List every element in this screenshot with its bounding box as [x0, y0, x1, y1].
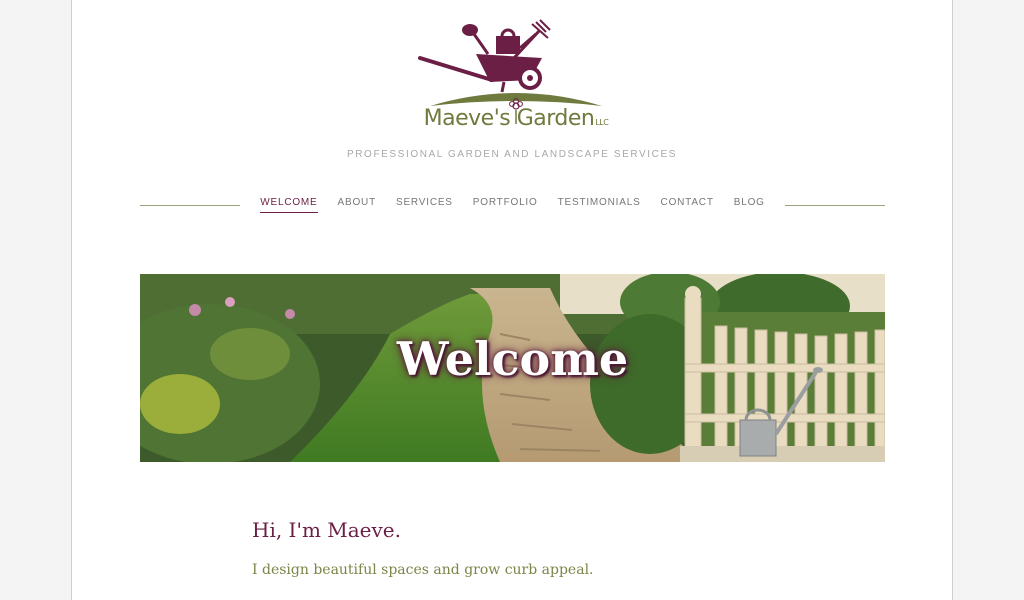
brand-suffix: LLC — [595, 118, 609, 127]
nav-item-contact[interactable]: CONTACT — [661, 197, 714, 213]
nav-divider-left — [140, 204, 241, 206]
intro-heading: Hi, I'm Maeve. — [252, 518, 402, 542]
brand-name-text: Maeve's Garden — [423, 106, 595, 131]
intro-text: I design beautiful spaces and grow curb … — [252, 562, 594, 578]
nav-item-testimonials[interactable]: TESTIMONIALS — [558, 197, 641, 213]
nav-item-portfolio[interactable]: PORTFOLIO — [473, 197, 538, 213]
brand-name: Maeve's GardenLLC — [418, 106, 614, 131]
main-nav: WELCOME ABOUT SERVICES PORTFOLIO TESTIMO… — [140, 192, 885, 218]
nav-item-services[interactable]: SERVICES — [396, 197, 453, 213]
nav-item-about[interactable]: ABOUT — [338, 197, 376, 213]
nav-items: WELCOME ABOUT SERVICES PORTFOLIO TESTIMO… — [240, 197, 785, 213]
page-container: Maeve's GardenLLC PROFESSIONAL GARDEN AN… — [71, 0, 953, 600]
nav-divider-right — [784, 204, 885, 206]
site-logo[interactable]: Maeve's GardenLLC — [418, 18, 614, 136]
nav-item-blog[interactable]: BLOG — [734, 197, 765, 213]
nav-item-welcome[interactable]: WELCOME — [260, 197, 318, 213]
hero-banner: Welcome — [140, 274, 885, 462]
tagline: PROFESSIONAL GARDEN AND LANDSCAPE SERVIC… — [346, 149, 678, 160]
hero-title: Welcome — [396, 332, 629, 386]
